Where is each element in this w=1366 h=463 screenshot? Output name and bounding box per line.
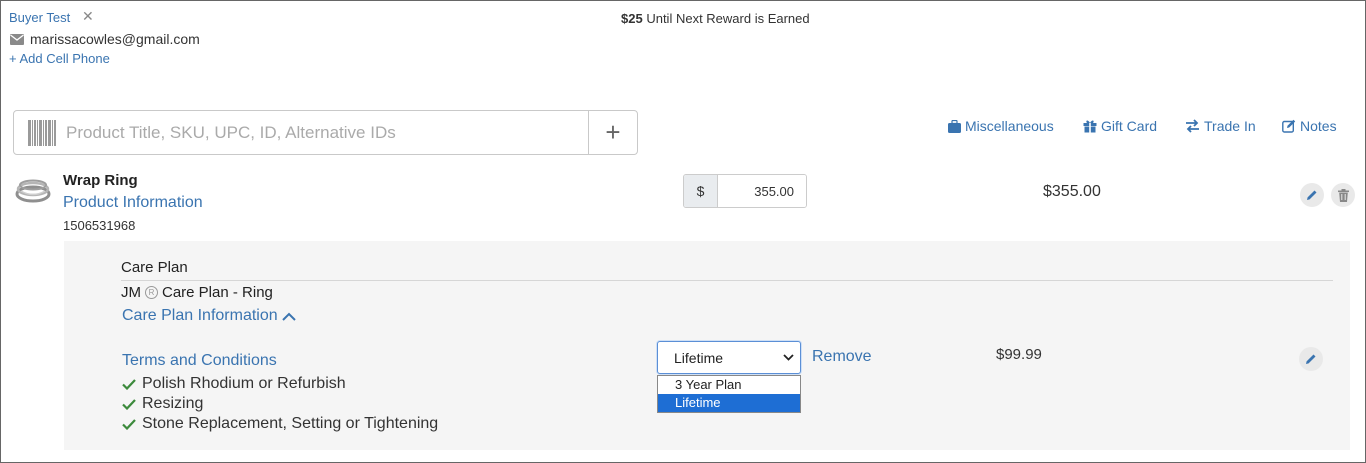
gift-card-label: Gift Card (1101, 118, 1158, 134)
plan-term-select[interactable]: Lifetime (657, 341, 801, 374)
customer-email: marissacowles@gmail.com (30, 31, 200, 47)
benefit-item: Polish Rhodium or Refurbish (122, 375, 346, 393)
trash-icon (1337, 188, 1349, 202)
check-icon (122, 398, 136, 410)
product-sku: 1506531968 (63, 218, 136, 233)
miscellaneous-label: Miscellaneous (965, 118, 1054, 134)
pencil-icon (1307, 190, 1317, 200)
care-plan-name: JM R Care Plan - Ring (121, 284, 273, 301)
benefit-label: Resizing (142, 395, 204, 412)
trade-in-button[interactable]: Trade In (1185, 118, 1256, 134)
notes-label: Notes (1300, 118, 1337, 134)
chevron-up-icon (281, 312, 296, 321)
check-icon (122, 418, 136, 430)
add-cell-phone-link[interactable]: + Add Cell Phone (9, 51, 110, 66)
care-plan-divider (121, 280, 1333, 281)
care-plan-information-label: Care Plan Information (122, 307, 278, 324)
reward-status: $25 Until Next Reward is Earned (621, 11, 810, 26)
product-search-input[interactable] (66, 122, 566, 143)
gift-card-button[interactable]: Gift Card (1083, 118, 1157, 134)
care-plan-name-suffix: Care Plan - Ring (162, 284, 273, 301)
terms-and-conditions-link[interactable]: Terms and Conditions (122, 352, 277, 370)
gift-icon (1083, 120, 1097, 133)
currency-addon: $ (684, 175, 718, 207)
price-input[interactable] (718, 175, 806, 207)
customer-email-row: marissacowles@gmail.com (10, 31, 200, 47)
exchange-icon (1186, 119, 1199, 133)
product-search-box (13, 110, 589, 155)
product-thumbnail (15, 179, 51, 203)
care-plan-name-prefix: JM (121, 284, 141, 301)
customer-name-link[interactable]: Buyer Test (9, 10, 70, 25)
care-plan-section-title: Care Plan (121, 259, 188, 276)
plan-term-selected-value: Lifetime (674, 349, 724, 366)
care-plan-price: $99.99 (996, 346, 1042, 363)
chevron-down-icon (783, 354, 794, 361)
barcode-icon[interactable] (28, 119, 56, 146)
product-name: Wrap Ring (63, 172, 138, 189)
edit-product-button[interactable] (1300, 183, 1324, 207)
remove-customer-icon[interactable]: ✕ (82, 8, 94, 25)
remove-care-plan-link[interactable]: Remove (812, 348, 872, 366)
care-plan-information-toggle[interactable]: Care Plan Information (122, 307, 296, 325)
benefit-item: Resizing (122, 395, 203, 413)
line-total: $355.00 (1043, 183, 1101, 200)
add-product-button[interactable]: + (588, 110, 638, 155)
plan-option-lifetime[interactable]: Lifetime (658, 394, 800, 412)
plan-option-3-year[interactable]: 3 Year Plan (658, 376, 800, 394)
reward-text: Until Next Reward is Earned (646, 11, 810, 26)
envelope-icon (10, 33, 24, 45)
reward-amount: $25 (621, 11, 643, 26)
product-information-link[interactable]: Product Information (63, 194, 203, 212)
benefit-item: Stone Replacement, Setting or Tightening (122, 415, 438, 433)
benefit-label: Stone Replacement, Setting or Tightening (142, 415, 439, 432)
price-input-group: $ (683, 174, 807, 208)
miscellaneous-button[interactable]: Miscellaneous (948, 118, 1054, 134)
notes-button[interactable]: Notes (1282, 118, 1337, 134)
check-icon (122, 378, 136, 390)
benefit-label: Polish Rhodium or Refurbish (142, 375, 346, 392)
plan-term-dropdown: 3 Year Plan Lifetime (657, 375, 801, 413)
trade-in-label: Trade In (1204, 118, 1256, 134)
registered-mark-icon: R (145, 286, 158, 299)
edit-note-icon (1282, 119, 1296, 133)
edit-care-plan-button[interactable] (1299, 347, 1323, 371)
briefcase-icon (948, 119, 961, 133)
delete-product-button[interactable] (1331, 183, 1355, 207)
pencil-icon (1306, 354, 1316, 364)
